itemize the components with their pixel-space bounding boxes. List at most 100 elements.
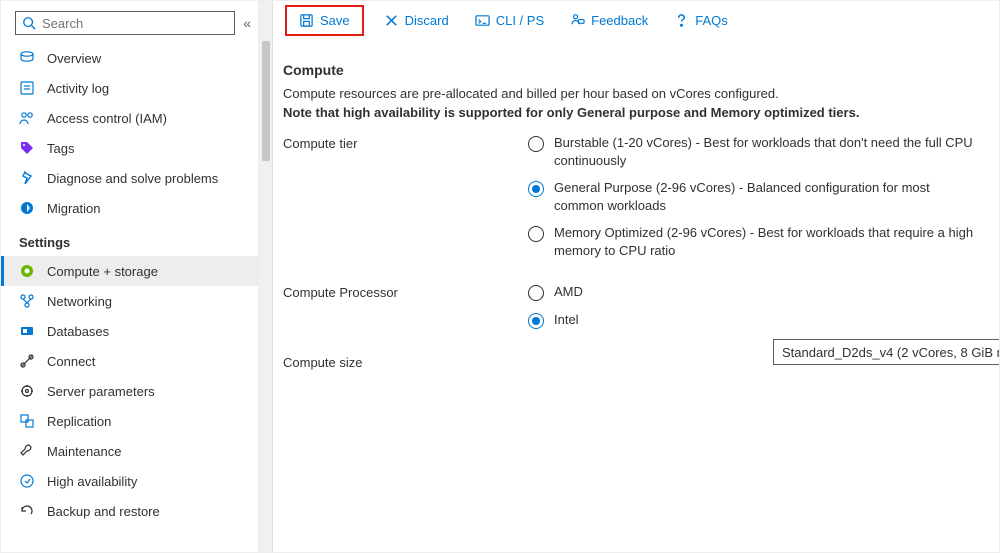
nav: Overview Activity log Access control (IA… [1,43,258,526]
sidebar: « Overview Activity log Access control (… [1,1,259,552]
toolbar: Save Discard CLI / PS Feedback FAQs [273,1,1000,40]
search-box[interactable] [15,11,235,35]
compute-tier-row: Compute tier Burstable (1-20 vCores) - B… [283,134,1000,269]
databases-icon [19,323,35,339]
sidebar-item-maintenance[interactable]: Maintenance [1,436,258,466]
cli-icon [475,13,490,28]
tags-icon [19,140,35,156]
compute-tier-options: Burstable (1-20 vCores) - Best for workl… [528,134,1000,269]
compute-size-label: Compute size [283,353,528,370]
sidebar-item-databases[interactable]: Databases [1,316,258,346]
sidebar-item-label: High availability [47,474,137,489]
sidebar-section-settings: Settings [1,223,258,256]
radio-icon [528,181,544,197]
discard-button[interactable]: Discard [378,9,455,32]
collapse-sidebar-icon[interactable]: « [243,15,246,31]
sidebar-item-replication[interactable]: Replication [1,406,258,436]
radio-icon [528,285,544,301]
sidebar-item-label: Networking [47,294,112,309]
processor-option-label: Intel [554,311,579,329]
compute-processor-label: Compute Processor [283,283,528,300]
maintenance-icon [19,443,35,459]
faqs-icon [674,13,689,28]
compute-processor-row: Compute Processor AMD Intel [283,283,1000,339]
high-availability-icon [19,473,35,489]
iam-icon [19,110,35,126]
discard-icon [384,13,399,28]
sidebar-item-server-parameters[interactable]: Server parameters [1,376,258,406]
sidebar-item-high-availability[interactable]: High availability [1,466,258,496]
search-icon [22,16,36,30]
discard-label: Discard [405,13,449,28]
compute-desc2: Note that high availability is supported… [283,105,1000,120]
sidebar-item-overview[interactable]: Overview [1,43,258,73]
sidebar-item-label: Server parameters [47,384,155,399]
networking-icon [19,293,35,309]
sidebar-item-label: Activity log [47,81,109,96]
faqs-label: FAQs [695,13,728,28]
sidebar-item-networking[interactable]: Networking [1,286,258,316]
compute-size-value: Standard_D2ds_v4 (2 vCores, 8 GiB memory… [782,345,1000,360]
save-button[interactable]: Save [293,9,356,32]
sidebar-item-diagnose[interactable]: Diagnose and solve problems [1,163,258,193]
sidebar-item-connect[interactable]: Connect [1,346,258,376]
connect-icon [19,353,35,369]
search-input[interactable] [36,15,228,32]
sidebar-item-tags[interactable]: Tags [1,133,258,163]
radio-icon [528,313,544,329]
replication-icon [19,413,35,429]
sidebar-item-label: Tags [47,141,74,156]
diagnose-icon [19,170,35,186]
compute-desc1: Compute resources are pre-allocated and … [283,86,1000,101]
compute-size-dropdown[interactable]: Standard_D2ds_v4 (2 vCores, 8 GiB memory… [773,339,1000,365]
tier-option-memory-optimized[interactable]: Memory Optimized (2-96 vCores) - Best fo… [528,224,1000,259]
compute-heading: Compute [283,62,1000,78]
tier-option-general-purpose[interactable]: General Purpose (2-96 vCores) - Balanced… [528,179,1000,214]
sidebar-item-label: Compute + storage [47,264,158,279]
feedback-button[interactable]: Feedback [564,9,654,32]
compute-size-row: Compute size Standard_D2ds_v4 (2 vCores,… [283,353,1000,552]
sidebar-item-label: Access control (IAM) [47,111,167,126]
sidebar-item-compute-storage[interactable]: Compute + storage [1,256,258,286]
feedback-icon [570,13,585,28]
cli-label: CLI / PS [496,13,544,28]
migration-icon [19,200,35,216]
sidebar-item-label: Overview [47,51,101,66]
backup-restore-icon [19,503,35,519]
sidebar-item-label: Migration [47,201,100,216]
processor-option-intel[interactable]: Intel [528,311,1000,329]
processor-option-label: AMD [554,283,583,301]
main: Save Discard CLI / PS Feedback FAQs Comp… [259,1,1000,552]
tier-option-label: Memory Optimized (2-96 vCores) - Best fo… [554,224,974,259]
search-row: « [1,1,258,43]
sidebar-item-label: Diagnose and solve problems [47,171,218,186]
activity-log-icon [19,80,35,96]
compute-tier-label: Compute tier [283,134,528,151]
compute-size-label2 [528,339,773,341]
content: Compute Compute resources are pre-alloca… [273,40,1000,552]
faqs-button[interactable]: FAQs [668,9,734,32]
server-parameters-icon [19,383,35,399]
sidebar-item-activity-log[interactable]: Activity log [1,73,258,103]
sidebar-item-migration[interactable]: Migration [1,193,258,223]
save-icon [299,13,314,28]
sidebar-item-backup-restore[interactable]: Backup and restore [1,496,258,526]
sidebar-scrollbar[interactable] [259,1,273,552]
sidebar-item-access-control[interactable]: Access control (IAM) [1,103,258,133]
save-label: Save [320,13,350,28]
overview-icon [19,50,35,66]
sidebar-item-label: Maintenance [47,444,121,459]
cli-button[interactable]: CLI / PS [469,9,550,32]
save-highlight: Save [285,5,364,36]
scrollbar-thumb[interactable] [262,41,270,161]
feedback-label: Feedback [591,13,648,28]
sidebar-item-label: Replication [47,414,111,429]
sidebar-item-label: Backup and restore [47,504,160,519]
sidebar-item-label: Databases [47,324,109,339]
radio-icon [528,136,544,152]
processor-option-amd[interactable]: AMD [528,283,1000,301]
tier-option-burstable[interactable]: Burstable (1-20 vCores) - Best for workl… [528,134,1000,169]
compute-size-row2: Standard_D2ds_v4 (2 vCores, 8 GiB memory… [528,339,1000,365]
compute-processor-options: AMD Intel [528,283,1000,339]
radio-icon [528,226,544,242]
